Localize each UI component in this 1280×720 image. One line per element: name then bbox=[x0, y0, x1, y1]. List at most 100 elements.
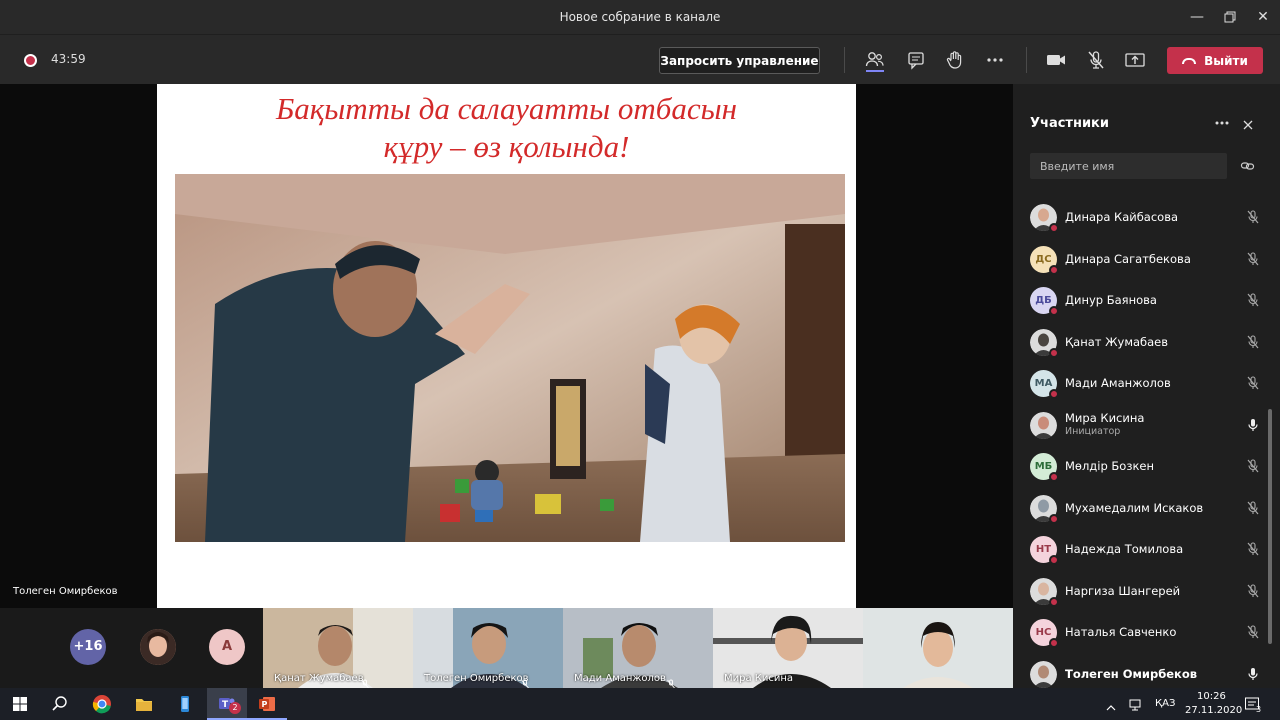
video-tile-name: Мира Кисина bbox=[724, 673, 794, 684]
video-tile-name: Толеген Омирбеков bbox=[424, 673, 529, 684]
participant-avatar bbox=[1030, 204, 1059, 233]
mic-muted-icon[interactable] bbox=[1245, 458, 1261, 474]
participant-avatar bbox=[1030, 494, 1059, 524]
more-participants-badge[interactable]: +16 bbox=[70, 629, 106, 665]
minimize-icon[interactable]: — bbox=[1186, 6, 1208, 28]
participant-avatar: НС bbox=[1030, 619, 1059, 648]
chat-icon[interactable] bbox=[903, 47, 929, 73]
share-invite-link-icon[interactable] bbox=[1240, 158, 1256, 174]
participant-search-input[interactable] bbox=[1030, 153, 1227, 179]
meeting-toolbar: 43:59 Запросить управление Выйти bbox=[0, 34, 1280, 84]
notifications-count: 3 bbox=[1256, 705, 1262, 714]
participant-avatar bbox=[1030, 328, 1059, 358]
mic-muted-icon[interactable] bbox=[1245, 500, 1261, 516]
camera-icon[interactable] bbox=[1043, 47, 1069, 73]
teams-icon[interactable]: T 2 bbox=[207, 688, 247, 720]
mic-muted-icon[interactable] bbox=[1083, 47, 1109, 73]
more-options-icon[interactable] bbox=[982, 47, 1008, 73]
video-tile[interactable]: Толеген Омирбеков bbox=[413, 608, 563, 688]
mic-muted-icon[interactable] bbox=[1245, 209, 1261, 225]
participant-row[interactable]: Қанат Жумабаев bbox=[1030, 322, 1265, 362]
window-title: Новое собрание в канале bbox=[559, 10, 721, 24]
participant-row[interactable]: Мира Кисина Инициатор bbox=[1030, 405, 1265, 445]
close-panel-icon[interactable] bbox=[1241, 117, 1255, 131]
participant-row[interactable]: Мухамедалим Искаков bbox=[1030, 488, 1265, 528]
clock-time[interactable]: 10:26 bbox=[1197, 691, 1226, 702]
mic-muted-icon bbox=[520, 674, 530, 688]
mic-muted-icon bbox=[666, 674, 676, 688]
participant-row[interactable]: МА Мади Аманжолов bbox=[1030, 363, 1265, 403]
recording-indicator-icon bbox=[24, 54, 37, 67]
network-icon[interactable] bbox=[1128, 697, 1142, 711]
participant-initials: НС bbox=[1035, 627, 1052, 638]
participant-initials: НТ bbox=[1035, 544, 1052, 555]
panel-title: Участники bbox=[1030, 116, 1109, 131]
share-screen-icon[interactable] bbox=[1122, 47, 1148, 73]
participant-name: Толеген Омирбеков bbox=[1065, 666, 1198, 681]
mic-muted-icon[interactable] bbox=[1245, 251, 1261, 267]
clock-date[interactable]: 27.11.2020 bbox=[1185, 705, 1242, 716]
restore-icon[interactable] bbox=[1219, 6, 1241, 28]
presence-busy-icon bbox=[1049, 513, 1059, 524]
mic-muted-icon[interactable] bbox=[1245, 334, 1261, 350]
powerpoint-icon[interactable]: P bbox=[247, 688, 287, 720]
participant-avatar[interactable] bbox=[140, 629, 176, 665]
toolbar-divider bbox=[844, 47, 845, 73]
participant-row[interactable]: ДБ Динур Баянова bbox=[1030, 280, 1265, 320]
video-tile-name: Мади Аманжолов bbox=[574, 673, 666, 684]
mic-muted-icon[interactable] bbox=[1245, 583, 1261, 599]
participant-name: Қанат Жумабаев bbox=[1065, 334, 1169, 349]
mic-muted-icon[interactable] bbox=[1245, 541, 1261, 557]
participant-row[interactable]: ДС Динара Сагатбекова bbox=[1030, 239, 1265, 279]
mic-muted-icon[interactable] bbox=[1245, 292, 1261, 308]
participant-initials: ДБ bbox=[1035, 295, 1052, 306]
participant-name: Мади Аманжолов bbox=[1065, 376, 1171, 390]
raise-hand-icon[interactable] bbox=[942, 47, 968, 73]
shared-slide: Бақытты да салауатты отбасын құру – өз қ… bbox=[157, 84, 856, 608]
leave-button[interactable]: Выйти bbox=[1167, 47, 1263, 74]
panel-scrollbar[interactable] bbox=[1268, 409, 1272, 644]
windows-taskbar: T 2 P ҚАЗ 10:26 27.11.2020 3 bbox=[0, 688, 1280, 720]
search-icon[interactable] bbox=[40, 688, 80, 720]
chrome-icon[interactable] bbox=[82, 688, 122, 720]
phone-app-icon[interactable] bbox=[165, 688, 205, 720]
slide-photo bbox=[175, 174, 845, 542]
request-control-button[interactable]: Запросить управление bbox=[659, 47, 820, 74]
participant-row[interactable]: Наргиза Шангерей bbox=[1030, 571, 1265, 611]
participant-avatar-initial[interactable]: А bbox=[209, 629, 245, 665]
mic-icon[interactable] bbox=[1245, 666, 1261, 682]
participant-row[interactable]: МБ Мөлдір Бозкен bbox=[1030, 446, 1265, 486]
participant-row[interactable]: НС Наталья Савченко bbox=[1030, 612, 1265, 652]
video-tile-name: Қанат Жумабаев bbox=[274, 673, 364, 684]
mic-muted-icon[interactable] bbox=[1245, 375, 1261, 391]
participant-name: Динара Кайбасова bbox=[1065, 210, 1179, 224]
video-tile[interactable]: Қанат Жумабаев bbox=[263, 608, 413, 688]
participant-name: Мухамедалим Искаков bbox=[1065, 500, 1204, 515]
windows-start-icon[interactable] bbox=[0, 688, 40, 720]
video-tile[interactable]: Мади Аманжолов bbox=[563, 608, 713, 688]
keyboard-language[interactable]: ҚАЗ bbox=[1155, 698, 1175, 709]
close-window-icon[interactable]: ✕ bbox=[1252, 6, 1274, 28]
mic-icon[interactable] bbox=[1245, 417, 1261, 433]
participant-row[interactable]: НТ Надежда Томилова bbox=[1030, 529, 1265, 569]
title-bar: Новое собрание в канале — ✕ bbox=[0, 0, 1280, 34]
panel-more-icon[interactable] bbox=[1213, 115, 1231, 131]
participant-initials: МА bbox=[1034, 378, 1053, 389]
meeting-timer: 43:59 bbox=[51, 52, 86, 66]
participants-icon[interactable] bbox=[862, 47, 888, 73]
phone-hangup-icon bbox=[1182, 58, 1197, 64]
presence-busy-icon bbox=[1049, 389, 1059, 399]
file-explorer-icon[interactable] bbox=[124, 688, 164, 720]
meeting-stage: Бақытты да салауатты отбасын құру – өз қ… bbox=[0, 84, 1013, 608]
mic-muted-icon[interactable] bbox=[1245, 624, 1261, 640]
toolbar-divider bbox=[1026, 47, 1027, 73]
tray-chevron-up-icon[interactable] bbox=[1106, 698, 1116, 711]
presence-busy-icon bbox=[1049, 264, 1059, 275]
participant-avatar bbox=[1030, 411, 1057, 439]
participant-avatar: НТ bbox=[1030, 536, 1059, 565]
participant-name: Мөлдір Бозкен bbox=[1065, 459, 1154, 473]
video-tile[interactable] bbox=[863, 608, 1013, 688]
participant-row[interactable]: Динара Кайбасова bbox=[1030, 197, 1265, 237]
presence-busy-icon bbox=[1049, 638, 1059, 648]
video-tile[interactable]: Мира Кисина bbox=[713, 608, 863, 688]
